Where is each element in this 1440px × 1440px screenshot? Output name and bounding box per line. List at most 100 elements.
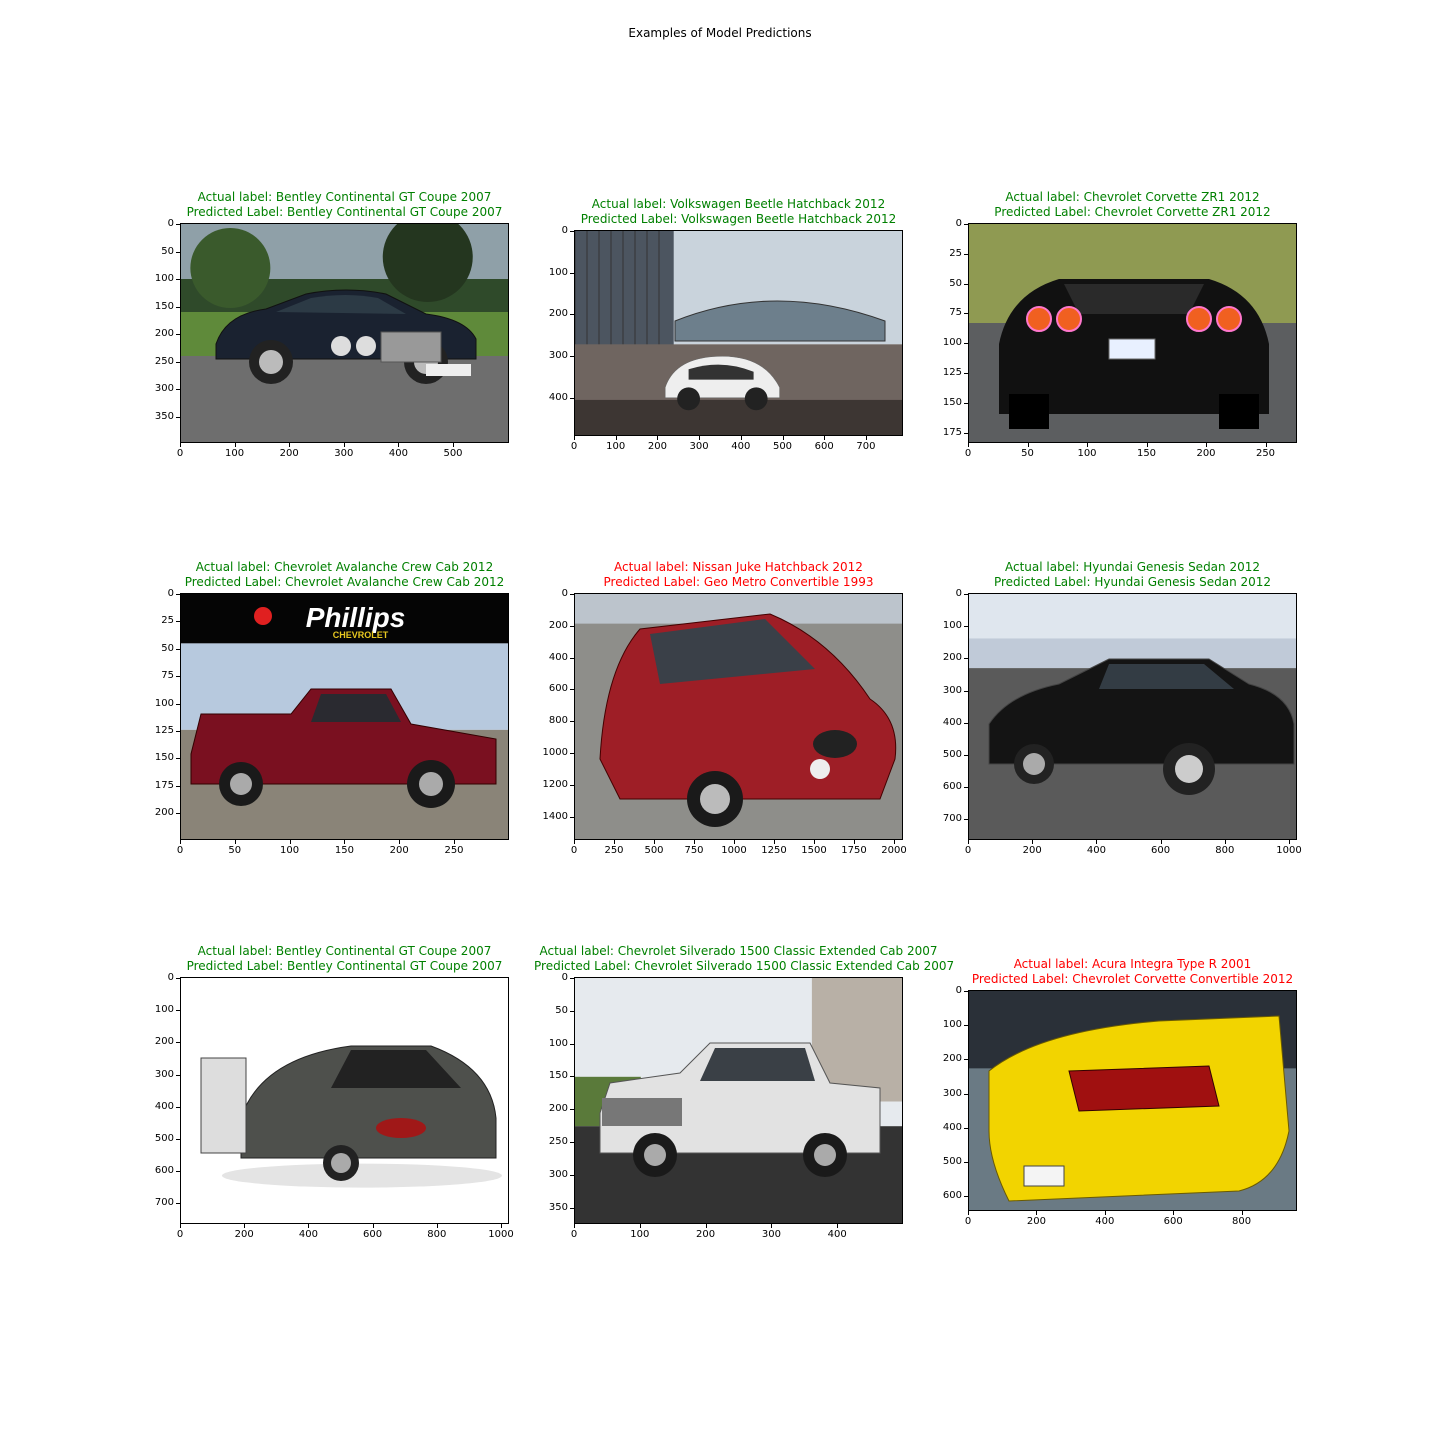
x-tick-mark <box>740 436 742 440</box>
y-tick-label: 50 <box>555 1004 568 1016</box>
x-tick-label: 700 <box>856 441 876 452</box>
y-tick-label: 500 <box>942 749 962 760</box>
y-tick-label: 100 <box>154 273 174 284</box>
y-tick-label: 50 <box>161 642 174 654</box>
x-tick-mark <box>343 443 345 447</box>
x-tick-label: 100 <box>225 448 245 459</box>
y-tick-mark <box>570 272 574 274</box>
x-tick-mark <box>574 1224 575 1228</box>
x-tick-label: 300 <box>689 441 709 452</box>
x-tick-mark <box>814 840 815 844</box>
y-tick-mark <box>570 1207 574 1209</box>
actual-label: Actual label: Chevrolet Silverado 1500 C… <box>539 944 938 958</box>
y-tick-mark <box>176 621 180 623</box>
panel-title: Actual label: Chevrolet Corvette ZR1 201… <box>928 190 1337 220</box>
y-tick-mark <box>964 755 968 756</box>
y-tick-label: 150 <box>942 396 962 408</box>
y-tick-label: 1400 <box>542 810 568 822</box>
x-tick-mark <box>289 840 291 844</box>
x-tick-mark <box>180 840 181 844</box>
y-tick-mark <box>176 648 180 650</box>
y-tick-mark <box>964 373 968 374</box>
y-tick-label: 400 <box>942 1121 962 1133</box>
predicted-label: Predicted Label: Bentley Continental GT … <box>186 205 503 219</box>
x-tick-mark <box>968 840 969 844</box>
x-tick-label: 150 <box>1136 448 1157 459</box>
car-image <box>968 223 1297 443</box>
y-tick-mark <box>570 657 574 659</box>
x-tick-label: 800 <box>1215 845 1235 856</box>
y-tick-mark <box>570 689 574 691</box>
y-tick-label: 150 <box>154 752 174 764</box>
y-tick-mark <box>964 313 968 315</box>
y-tick-mark <box>176 389 180 390</box>
y-tick-label: 300 <box>154 383 174 394</box>
y-tick-label: 150 <box>548 1070 568 1082</box>
y-tick-label: 600 <box>154 1165 174 1177</box>
y-tick-label: 200 <box>154 807 174 819</box>
actual-label: Actual label: Bentley Continental GT Cou… <box>197 190 492 204</box>
x-tick-label: 0 <box>176 448 184 459</box>
x-tick-label: 1750 <box>841 845 867 856</box>
y-tick-mark <box>570 397 574 399</box>
car-image <box>180 977 509 1224</box>
y-tick-label: 400 <box>942 716 962 728</box>
x-tick-label: 750 <box>684 845 704 856</box>
x-tick-mark <box>453 443 454 447</box>
actual-label: Actual label: Volkswagen Beetle Hatchbac… <box>591 197 886 211</box>
y-tick-mark <box>176 306 180 308</box>
x-tick-label: 100 <box>280 845 300 856</box>
y-tick-mark <box>570 1142 574 1143</box>
y-tick-mark <box>570 1043 574 1045</box>
x-tick-label: 500 <box>443 448 463 459</box>
y-tick-mark <box>176 676 180 678</box>
x-tick-label: 300 <box>334 448 354 459</box>
x-tick-mark <box>694 840 695 844</box>
x-tick-label: 400 <box>731 441 751 452</box>
y-tick-label: 1200 <box>542 778 568 790</box>
x-tick-label: 50 <box>1021 448 1034 459</box>
x-tick-label: 400 <box>298 1229 318 1240</box>
y-tick-mark <box>176 416 180 418</box>
y-tick-label: 200 <box>548 308 568 320</box>
x-tick-mark <box>1160 840 1162 844</box>
car-image <box>574 230 903 436</box>
x-tick-label: 0 <box>176 1229 184 1240</box>
y-tick-label: 175 <box>154 779 174 791</box>
x-tick-label: 400 <box>827 1229 847 1240</box>
y-tick-label: 700 <box>154 1197 174 1209</box>
x-tick-label: 1250 <box>761 845 787 856</box>
y-tick-mark <box>570 1076 574 1078</box>
x-tick-label: 800 <box>1232 1216 1252 1227</box>
y-tick-mark <box>964 1196 968 1198</box>
y-tick-mark <box>176 1074 180 1076</box>
y-tick-mark <box>570 753 574 754</box>
y-tick-label: 300 <box>942 1087 962 1099</box>
x-tick-mark <box>344 840 346 844</box>
y-tick-mark <box>964 991 968 992</box>
x-tick-mark <box>1036 1211 1038 1215</box>
x-tick-label: 800 <box>427 1229 447 1240</box>
x-tick-label: 500 <box>644 845 664 856</box>
actual-label: Actual label: Bentley Continental GT Cou… <box>197 944 492 958</box>
y-tick-mark <box>176 731 180 732</box>
y-tick-mark <box>964 722 968 724</box>
y-tick-label: 25 <box>161 615 174 627</box>
y-tick-mark <box>176 758 180 760</box>
y-tick-mark <box>176 279 180 280</box>
y-tick-mark <box>964 1127 968 1129</box>
x-tick-label: 1000 <box>1276 845 1302 856</box>
x-tick-mark <box>1146 443 1148 447</box>
y-tick-label: 600 <box>942 1190 962 1202</box>
x-tick-label: 200 <box>647 441 667 452</box>
actual-label: Actual label: Chevrolet Corvette ZR1 201… <box>1005 190 1260 204</box>
y-tick-mark <box>964 787 968 789</box>
y-tick-label: 100 <box>548 1037 568 1049</box>
x-tick-label: 100 <box>1077 448 1097 459</box>
y-tick-label: 0 <box>561 588 568 599</box>
y-tick-label: 0 <box>955 588 962 599</box>
x-tick-mark <box>454 840 455 844</box>
y-tick-label: 300 <box>942 684 962 696</box>
x-tick-label: 400 <box>1086 845 1106 856</box>
y-tick-label: 0 <box>167 218 174 229</box>
